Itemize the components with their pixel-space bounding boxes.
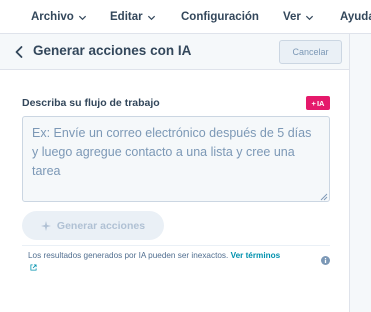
ai-badge-label: IA [316, 98, 325, 108]
terms-link-label: Ver términos [230, 251, 281, 260]
generate-actions-button[interactable]: Generar acciones [22, 211, 164, 240]
menu-ayuda-label: Ayuda [340, 11, 371, 23]
menu-configuracion-label: Configuración [181, 11, 259, 23]
menu-ver[interactable]: Ver [283, 0, 314, 34]
workflow-field-label: Describa su flujo de trabajo [22, 97, 160, 109]
ai-badge: + IA [306, 96, 330, 110]
disclaimer-text: Los resultados generados por IA pueden s… [28, 251, 229, 260]
info-icon[interactable] [321, 256, 330, 265]
menu-ver-label: Ver [283, 11, 301, 23]
chevron-down-icon [305, 15, 313, 20]
menu-editar-label: Editar [110, 11, 143, 23]
plus-icon: + [311, 98, 316, 108]
chevron-down-icon [78, 15, 86, 20]
cancel-button[interactable]: Cancelar [279, 40, 342, 64]
ai-actions-panel: Generar acciones con IA Cancelar Describ… [0, 34, 349, 312]
menubar: Archivo Editar Configuración Ver Ayuda [0, 0, 371, 34]
canvas-edge [349, 34, 371, 312]
external-link-icon [30, 264, 37, 271]
menu-archivo-label: Archivo [31, 11, 74, 23]
chevron-down-icon [147, 15, 155, 20]
divider [22, 245, 330, 246]
menu-archivo[interactable]: Archivo [31, 0, 87, 34]
ai-disclaimer: Los resultados generados por IA pueden s… [28, 250, 290, 274]
panel-title: Generar acciones con IA [33, 43, 192, 58]
resize-grip-icon[interactable] [320, 193, 328, 201]
generate-actions-label: Generar acciones [56, 219, 146, 232]
chevron-left-icon[interactable] [13, 45, 25, 59]
menu-editar[interactable]: Editar [110, 0, 156, 34]
workflow-description-input[interactable] [22, 116, 330, 202]
sparkle-icon [40, 220, 51, 231]
menu-configuracion[interactable]: Configuración [181, 0, 259, 34]
panel-header: Generar acciones con IA Cancelar [0, 34, 349, 70]
menu-ayuda[interactable]: Ayuda [340, 0, 371, 34]
